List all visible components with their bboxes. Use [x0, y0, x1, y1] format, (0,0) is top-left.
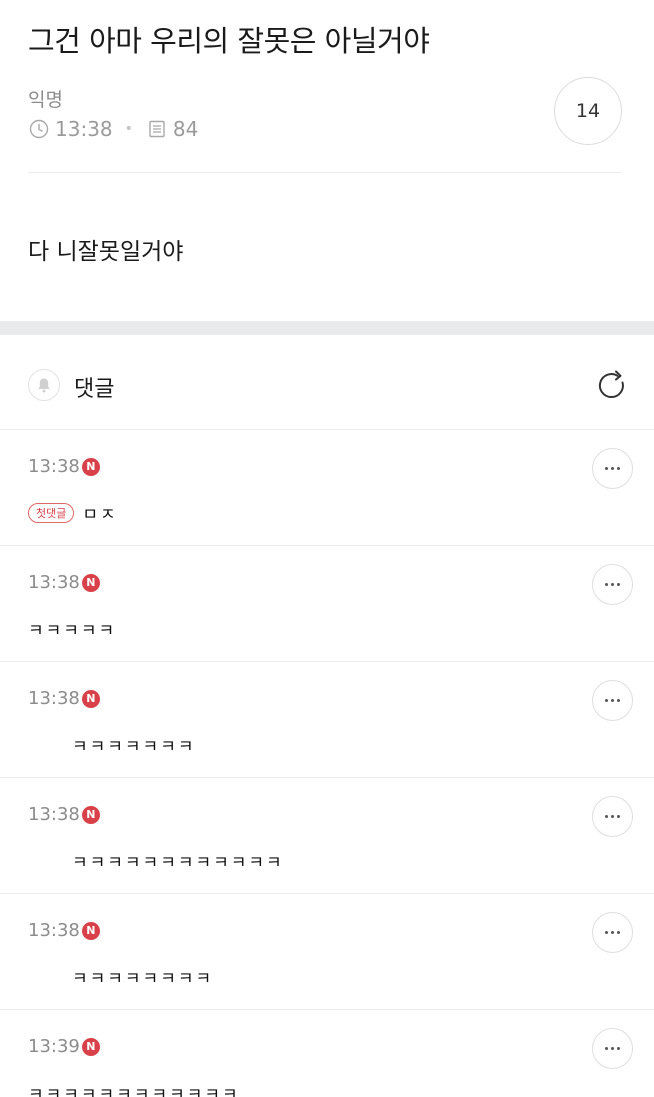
comment-time: 13:39	[28, 1036, 80, 1057]
new-badge: N	[81, 921, 100, 940]
more-options-button[interactable]	[592, 564, 633, 605]
more-options-button[interactable]	[592, 680, 633, 721]
new-badge: N	[81, 805, 100, 824]
comment-text: ㅁㅈ	[82, 505, 118, 525]
comment-item: 13:38 N ㅋㅋㅋㅋㅋㅋㅋㅋ	[0, 894, 654, 1010]
comment-time: 13:38	[28, 572, 80, 593]
more-options-button[interactable]	[592, 796, 633, 837]
clock-icon	[28, 118, 50, 140]
comment-count-button[interactable]: 14	[554, 77, 622, 145]
comment-item: 13:39 N ㅋㅋㅋㅋㅋㅋㅋㅋㅋㅋㅋㅋ	[0, 1010, 654, 1097]
post-meta: 13:38 • 84	[28, 116, 198, 142]
first-comment-badge: 첫댓글	[28, 502, 75, 523]
new-badge: N	[81, 457, 100, 476]
divider	[28, 172, 622, 173]
new-badge: N	[81, 689, 100, 708]
post-body: 다 니잘못일거야	[28, 239, 184, 265]
comment-text: ㅋㅋㅋㅋㅋ	[28, 621, 117, 641]
post-author: 익명	[28, 89, 63, 111]
comment-item: 13:38 N ㅋㅋㅋㅋㅋㅋㅋㅋㅋㅋㅋㅋ	[0, 778, 654, 894]
comment-text: ㅋㅋㅋㅋㅋㅋㅋㅋㅋㅋㅋㅋ	[72, 853, 284, 873]
section-separator	[0, 321, 654, 335]
comment-item: 13:38 N 첫댓글 ㅁㅈ	[0, 430, 654, 546]
more-options-button[interactable]	[592, 1028, 633, 1069]
post-views: 84	[172, 117, 199, 141]
new-badge: N	[81, 573, 100, 592]
comment-time: 13:38	[28, 456, 80, 477]
comment-text: ㅋㅋㅋㅋㅋㅋㅋㅋㅋㅋㅋㅋ	[28, 1085, 240, 1097]
comment-time: 13:38	[28, 920, 80, 941]
comments-label: 댓글	[74, 377, 115, 402]
post-time: 13:38	[55, 117, 113, 141]
meta-separator: •	[124, 121, 133, 137]
more-options-button[interactable]	[592, 448, 633, 489]
comment-time: 13:38	[28, 688, 80, 709]
comment-text: ㅋㅋㅋㅋㅋㅋㅋ	[72, 737, 196, 757]
comment-text: ㅋㅋㅋㅋㅋㅋㅋㅋ	[72, 969, 214, 989]
comment-item: 13:38 N ㅋㅋㅋㅋㅋ	[0, 546, 654, 662]
document-icon	[146, 118, 168, 140]
comments-header: 댓글	[0, 335, 654, 430]
new-badge: N	[81, 1037, 100, 1056]
comment-time: 13:38	[28, 804, 80, 825]
post-title: 그건 아마 우리의 잘못은 아닐거야	[28, 24, 430, 58]
more-options-button[interactable]	[592, 912, 633, 953]
bell-icon[interactable]	[28, 369, 60, 401]
refresh-icon[interactable]	[594, 368, 630, 404]
comment-item: 13:38 N ㅋㅋㅋㅋㅋㅋㅋ	[0, 662, 654, 778]
